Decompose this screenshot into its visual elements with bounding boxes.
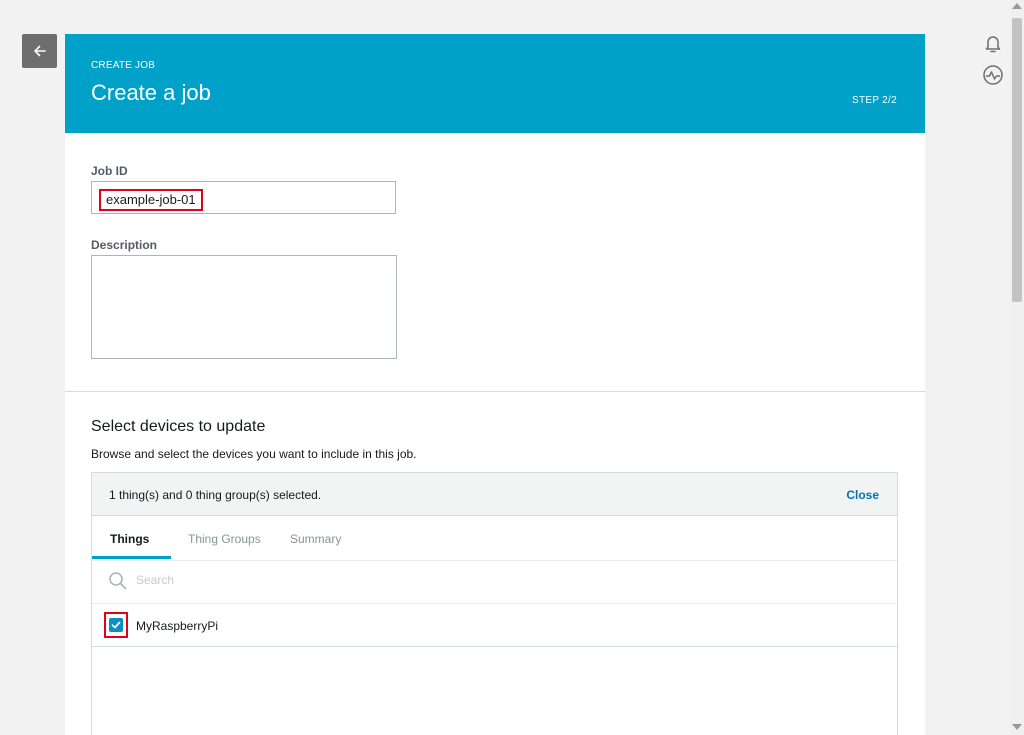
devices-section-title: Select devices to update (91, 418, 266, 435)
device-picker: 1 thing(s) and 0 thing group(s) selected… (91, 472, 898, 735)
job-id-field[interactable]: example-job-01 (91, 181, 396, 214)
checkbox-highlight (104, 612, 128, 638)
tab-things[interactable]: Things (110, 532, 149, 546)
description-field[interactable] (91, 255, 397, 359)
list-item: MyRaspberryPi (92, 604, 897, 647)
arrow-left-icon (33, 45, 46, 57)
right-toolbar (982, 32, 1006, 96)
thing-name: MyRaspberryPi (136, 619, 219, 633)
search-input[interactable] (134, 572, 438, 588)
create-job-panel: CREATE JOB Create a job STEP 2/2 Job ID … (65, 34, 925, 735)
thing-checkbox[interactable] (109, 618, 123, 632)
description-label: Description (91, 238, 158, 252)
selection-bar: 1 thing(s) and 0 thing group(s) selected… (92, 473, 897, 516)
scroll-down-arrow-icon[interactable] (1012, 724, 1022, 730)
page-title: Create a job (91, 80, 211, 105)
step-indicator: STEP 2/2 (851, 95, 897, 106)
bell-icon[interactable] (982, 32, 1004, 54)
scroll-up-arrow-icon[interactable] (1012, 3, 1022, 9)
picker-tabs: Things Thing Groups Summary (92, 516, 897, 561)
breadcrumb: CREATE JOB (91, 60, 156, 71)
close-link[interactable]: Close (846, 488, 879, 502)
tab-summary[interactable]: Summary (290, 532, 341, 546)
selection-status: 1 thing(s) and 0 thing group(s) selected… (109, 488, 322, 502)
back-button[interactable] (22, 34, 57, 68)
tab-thing-groups[interactable]: Thing Groups (188, 532, 261, 546)
search-bar (92, 561, 897, 604)
search-icon (109, 572, 127, 590)
pulse-icon[interactable] (982, 64, 1004, 86)
active-tab-indicator (92, 556, 171, 559)
devices-section-subtitle: Browse and select the devices you want t… (91, 447, 417, 461)
scrollbar-thumb[interactable] (1012, 18, 1022, 302)
job-id-value: example-job-01 (99, 189, 203, 211)
job-id-label: Job ID (91, 164, 128, 178)
page-header: CREATE JOB Create a job STEP 2/2 (65, 34, 925, 133)
check-icon (111, 621, 121, 629)
section-divider (65, 391, 925, 392)
